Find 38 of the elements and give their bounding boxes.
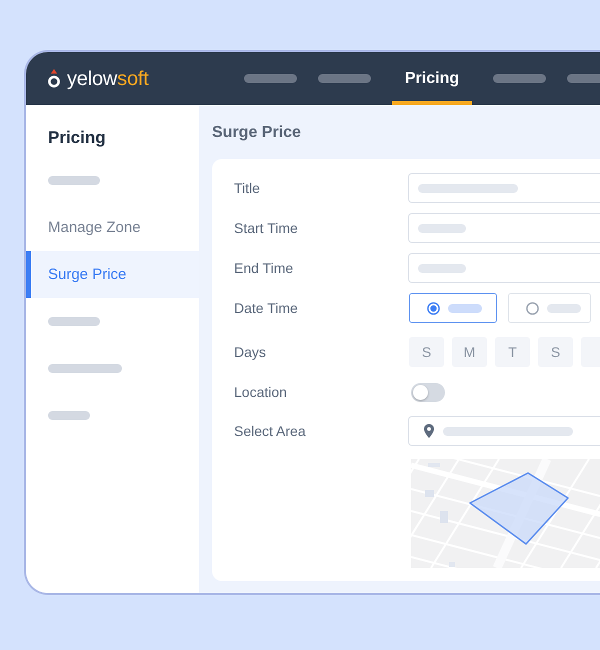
placeholder-bar <box>418 224 466 232</box>
placeholder-bar <box>418 264 466 272</box>
input-field[interactable] <box>408 213 600 243</box>
nav-placeholder-bar[interactable] <box>567 74 600 83</box>
select-field[interactable] <box>408 416 600 446</box>
field-label: Select Area <box>234 423 306 439</box>
input-field[interactable] <box>408 173 600 203</box>
location-pin-icon <box>424 424 434 438</box>
placeholder-bar <box>547 304 581 312</box>
placeholder-bar <box>448 304 482 312</box>
page-title: Surge Price <box>212 123 301 143</box>
nav-placeholder-bar[interactable] <box>244 74 297 83</box>
sidebar-item[interactable]: Manage Zone <box>26 204 199 251</box>
day-button[interactable]: M <box>452 337 487 367</box>
input-field[interactable] <box>408 253 600 283</box>
field-label: Title <box>234 180 260 196</box>
logo-icon <box>48 69 60 88</box>
radio-icon[interactable] <box>526 302 539 314</box>
sidebar-title: Pricing <box>48 127 106 149</box>
nav-placeholder-bar[interactable] <box>318 74 371 83</box>
field-label: Location <box>234 384 287 400</box>
field-label: Days <box>234 344 266 360</box>
nav-placeholder-bar[interactable] <box>493 74 546 83</box>
field-label: End Time <box>234 260 294 276</box>
field-label: Date Time <box>234 300 298 316</box>
sidebar-item[interactable]: Surge Price <box>26 251 199 298</box>
sidebar-placeholder-bar[interactable] <box>48 176 100 185</box>
sidebar-placeholder-bar[interactable] <box>48 364 122 373</box>
day-button[interactable]: S <box>538 337 573 367</box>
day-button[interactable]: S <box>409 337 444 367</box>
sidebar-placeholder-bar[interactable] <box>48 317 100 326</box>
logo-wordmark: yelowsoft <box>67 68 149 90</box>
day-button[interactable]: T <box>495 337 530 367</box>
field-label: Start Time <box>234 220 298 236</box>
radio-option[interactable] <box>409 293 497 323</box>
radio-icon[interactable] <box>427 302 440 314</box>
toggle-switch[interactable] <box>411 382 445 402</box>
sidebar-placeholder-bar[interactable] <box>48 411 90 420</box>
